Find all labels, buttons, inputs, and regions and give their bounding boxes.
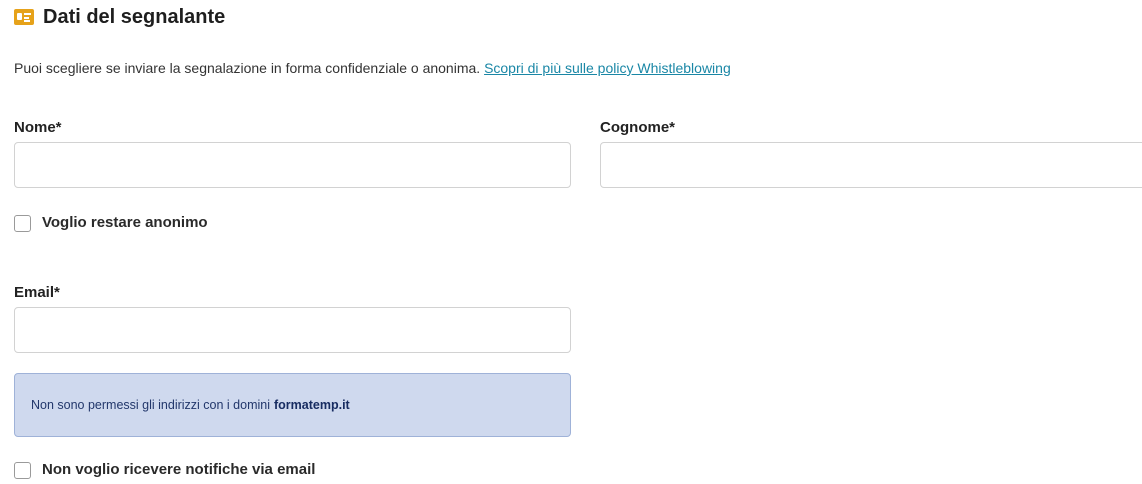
id-card-icon (14, 9, 34, 25)
cognome-input[interactable] (600, 142, 1142, 188)
anonymous-checkbox[interactable] (14, 214, 31, 232)
intro-description: Puoi scegliere se inviare la segnalazion… (14, 60, 481, 76)
domain-notice: Non sono permessi gli indirizzi con i do… (14, 373, 571, 437)
section-title: Dati del segnalante (43, 6, 226, 28)
nome-input[interactable] (14, 142, 571, 188)
whistleblowing-policy-link[interactable]: Scopri di più sulle policy Whistleblowin… (484, 60, 731, 76)
email-label: Email* (14, 284, 60, 301)
email-input[interactable] (14, 307, 571, 353)
no-notifications-checkbox-row[interactable]: Non voglio ricevere notifiche via email (14, 459, 315, 481)
no-notifications-checkbox-label: Non voglio ricevere notifiche via email (42, 461, 316, 478)
no-notifications-checkbox[interactable] (14, 461, 31, 479)
nome-label: Nome* (14, 119, 62, 136)
anonymous-checkbox-row[interactable]: Voglio restare anonimo (14, 212, 208, 234)
section-header: Dati del segnalante (14, 4, 225, 30)
anonymous-checkbox-label: Voglio restare anonimo (42, 214, 208, 231)
cognome-label: Cognome* (600, 119, 675, 136)
intro-text: Puoi scegliere se inviare la segnalazion… (14, 58, 731, 78)
notice-domain: formatemp.it (274, 398, 350, 412)
notice-text: Non sono permessi gli indirizzi con i do… (31, 398, 270, 412)
